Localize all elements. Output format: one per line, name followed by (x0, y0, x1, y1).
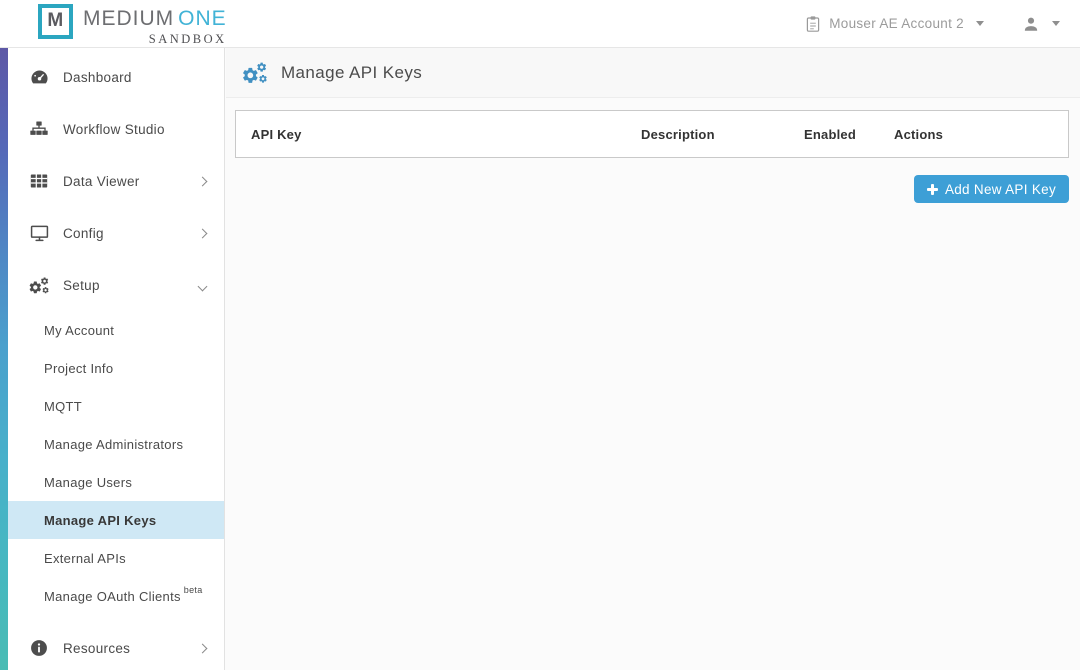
subitem-label: Project Info (44, 361, 113, 376)
chevron-right-icon (198, 228, 208, 238)
sidebar-item-resources[interactable]: Resources (0, 622, 224, 670)
sidebar-item-label: Workflow Studio (63, 122, 165, 137)
sidebar-subitem-project-info[interactable]: Project Info (0, 349, 224, 387)
sidebar-subitem-manage-administrators[interactable]: Manage Administrators (0, 425, 224, 463)
sidebar-subitem-manage-api-keys[interactable]: Manage API Keys (8, 501, 224, 539)
brand-name-accent: ONE (178, 7, 227, 30)
sidebar-item-dashboard[interactable]: Dashboard (0, 51, 224, 103)
chevron-down-icon (198, 282, 208, 292)
sitemap-icon (28, 119, 50, 139)
subitem-label: External APIs (44, 551, 126, 566)
main-content: Manage API Keys API Key Description Enab… (226, 48, 1080, 670)
setup-submenu: My Account Project Info MQTT Manage Admi… (0, 311, 224, 615)
page-header: Manage API Keys (226, 48, 1080, 98)
chevron-right-icon (198, 643, 208, 653)
subitem-label: Manage Administrators (44, 437, 183, 452)
column-header-api-key: API Key (251, 127, 641, 142)
sidebar-item-data-viewer[interactable]: Data Viewer (0, 155, 224, 207)
gears-icon (28, 275, 50, 296)
page-title: Manage API Keys (281, 63, 422, 83)
subitem-label: Manage Users (44, 475, 132, 490)
brand-subtitle: SANDBOX (149, 32, 227, 47)
app-logo[interactable]: M MEDIUMONE SANDBOX (38, 1, 227, 47)
sidebar-item-label: Resources (63, 641, 130, 656)
sidebar-subitem-mqtt[interactable]: MQTT (0, 387, 224, 425)
sidebar-item-label: Config (63, 226, 104, 241)
subitem-label: Manage API Keys (44, 513, 156, 528)
user-menu-dropdown[interactable] (1022, 15, 1060, 33)
table-icon (28, 172, 50, 190)
sidebar-item-label: Dashboard (63, 70, 132, 85)
clipboard-icon (805, 15, 821, 33)
info-icon (28, 638, 50, 658)
account-switcher-dropdown[interactable]: Mouser AE Account 2 (805, 15, 984, 33)
dashboard-icon (28, 67, 50, 88)
add-new-api-key-button[interactable]: Add New API Key (914, 175, 1069, 203)
column-header-description: Description (641, 127, 804, 142)
sidebar-subitem-manage-users[interactable]: Manage Users (0, 463, 224, 501)
sidebar-item-workflow-studio[interactable]: Workflow Studio (0, 103, 224, 155)
subitem-label: My Account (44, 323, 114, 338)
beta-badge: beta (184, 585, 203, 595)
sidebar-item-label: Data Viewer (63, 174, 140, 189)
sidebar: Dashboard Workflow Studio (0, 48, 225, 670)
sidebar-item-setup[interactable]: Setup (0, 259, 224, 311)
monitor-icon (28, 223, 50, 243)
top-bar: M MEDIUMONE SANDBOX Mouser AE Account 2 (0, 0, 1080, 48)
user-icon (1022, 15, 1040, 33)
caret-down-icon (976, 21, 984, 26)
plus-icon (927, 184, 938, 195)
sidebar-subitem-external-apis[interactable]: External APIs (0, 539, 224, 577)
chevron-right-icon (198, 176, 208, 186)
account-name-label: Mouser AE Account 2 (829, 16, 964, 31)
brand-name: MEDIUM (83, 7, 174, 30)
sidebar-subitem-manage-oauth-clients[interactable]: Manage OAuth Clients beta (0, 577, 224, 615)
subitem-label: MQTT (44, 399, 82, 414)
sidebar-item-label: Setup (63, 278, 100, 293)
gears-icon (241, 61, 268, 85)
add-button-label: Add New API Key (945, 182, 1056, 197)
table-header-row: API Key Description Enabled Actions (236, 111, 1068, 157)
sidebar-subitem-my-account[interactable]: My Account (0, 311, 224, 349)
logo-mark-icon: M (38, 4, 73, 39)
sidebar-item-config[interactable]: Config (0, 207, 224, 259)
subitem-label: Manage OAuth Clients (44, 589, 181, 604)
api-keys-table: API Key Description Enabled Actions (235, 110, 1069, 158)
caret-down-icon (1052, 21, 1060, 26)
logo-text: MEDIUMONE SANDBOX (83, 1, 227, 47)
column-header-enabled: Enabled (804, 127, 894, 142)
column-header-actions: Actions (894, 127, 1068, 142)
